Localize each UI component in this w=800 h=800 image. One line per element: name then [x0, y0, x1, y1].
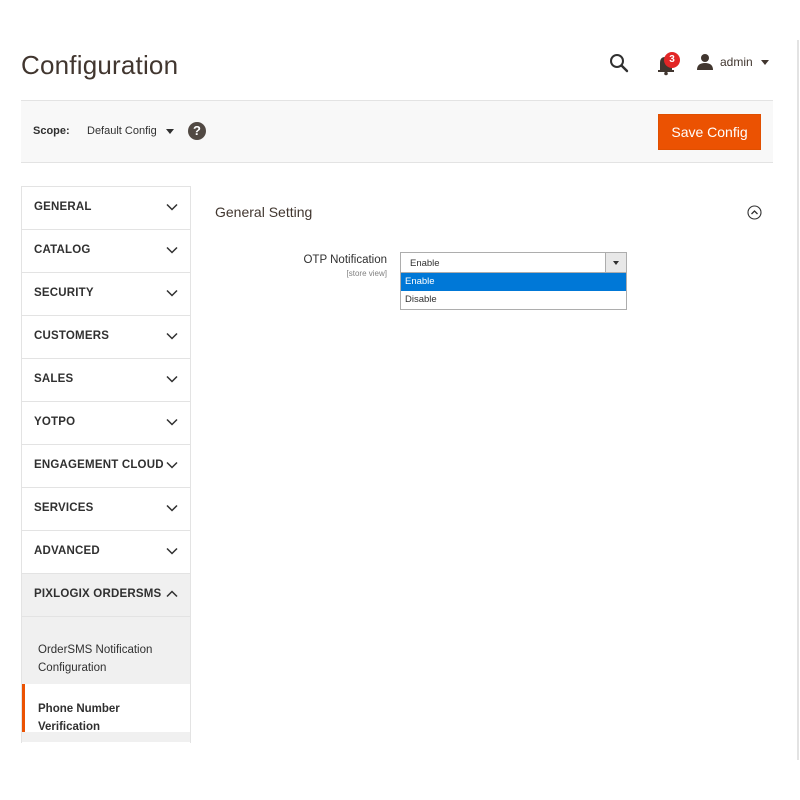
sidebar-tab-label: CUSTOMERS	[34, 330, 110, 342]
scope-label: Scope:	[33, 125, 70, 137]
sidebar-tab-label: SERVICES	[34, 502, 94, 514]
field-scope-hint: [store view]	[346, 269, 387, 278]
sidebar-tab-engagement-cloud[interactable]: ENGAGEMENT CLOUD	[22, 444, 190, 487]
sidebar-tab-label: PIXLOGIX ORDERSMS	[34, 588, 162, 600]
chevron-up-icon	[166, 590, 178, 598]
notification-count-badge[interactable]: 3	[664, 52, 680, 68]
sidebar-item-label: Phone Number Verification	[38, 703, 120, 733]
chevron-down-icon	[166, 289, 178, 297]
chevron-down-icon	[166, 246, 178, 254]
account-menu[interactable]: admin	[696, 52, 769, 72]
save-config-button[interactable]: Save Config	[658, 114, 761, 150]
sidebar-item-ordersms-notification-configuration[interactable]: OrderSMS Notification Configuration	[22, 617, 190, 684]
sidebar-item-label: OrderSMS Notification Configuration	[38, 644, 153, 674]
chevron-down-icon	[613, 261, 619, 265]
sidebar-tab-sales[interactable]: SALES	[22, 358, 190, 401]
chevron-down-icon	[166, 375, 178, 383]
chevron-down-icon	[760, 59, 769, 65]
config-sidebar: GENERAL CATALOG SECURITY CUSTOMERS SALES…	[21, 186, 191, 743]
account-username: admin	[720, 55, 753, 69]
sidebar-subitems: OrderSMS Notification Configuration Phon…	[22, 616, 190, 742]
page-title: Configuration	[21, 50, 179, 80]
option-disable[interactable]: Disable	[401, 291, 626, 309]
sidebar-tab-label: GENERAL	[34, 201, 92, 213]
scope-value: Default Config	[87, 125, 157, 137]
sidebar-tab-label: ENGAGEMENT CLOUD	[34, 459, 164, 471]
sidebar-tab-label: YOTPO	[34, 416, 76, 428]
chevron-down-icon	[166, 504, 178, 512]
chevron-down-icon	[166, 547, 178, 555]
chevron-down-icon	[165, 128, 174, 134]
sidebar-tab-services[interactable]: SERVICES	[22, 487, 190, 530]
chevron-down-icon	[166, 332, 178, 340]
sidebar-tab-customers[interactable]: CUSTOMERS	[22, 315, 190, 358]
sidebar-tab-label: ADVANCED	[34, 545, 100, 557]
search-icon[interactable]	[609, 53, 629, 73]
sidebar-tab-general[interactable]: GENERAL	[22, 186, 190, 229]
scope-bar: Scope: Default Config ? Save Config	[21, 100, 773, 163]
sidebar-tab-security[interactable]: SECURITY	[22, 272, 190, 315]
sidebar-item-phone-number-verification[interactable]: Phone Number Verification	[22, 684, 190, 733]
help-icon[interactable]: ?	[188, 122, 206, 140]
chevron-down-icon	[166, 461, 178, 469]
otp-notification-label: OTP Notification	[303, 254, 387, 266]
section-title[interactable]: General Setting	[215, 204, 312, 220]
sidebar-tab-catalog[interactable]: CATALOG	[22, 229, 190, 272]
sidebar-tab-label: CATALOG	[34, 244, 91, 256]
sidebar-tab-pixlogix-ordersms[interactable]: PIXLOGIX ORDERSMS	[22, 573, 190, 616]
sidebar-tab-yotpo[interactable]: YOTPO	[22, 401, 190, 444]
chevron-down-icon	[166, 418, 178, 426]
sidebar-tab-label: SALES	[34, 373, 74, 385]
page-edge-line	[797, 40, 799, 760]
collapse-up-icon[interactable]	[747, 205, 762, 220]
sidebar-tab-advanced[interactable]: ADVANCED	[22, 530, 190, 573]
option-enable[interactable]: Enable	[401, 273, 626, 291]
otp-notification-select[interactable]: Enable	[400, 252, 627, 273]
user-icon	[697, 54, 713, 70]
select-dropdown-button[interactable]	[605, 253, 626, 272]
sidebar-tab-label: SECURITY	[34, 287, 94, 299]
scope-switcher[interactable]: Default Config	[87, 125, 174, 137]
otp-notification-options: Enable Disable	[400, 273, 627, 310]
select-current-value: Enable	[410, 258, 440, 269]
chevron-down-icon	[166, 203, 178, 211]
